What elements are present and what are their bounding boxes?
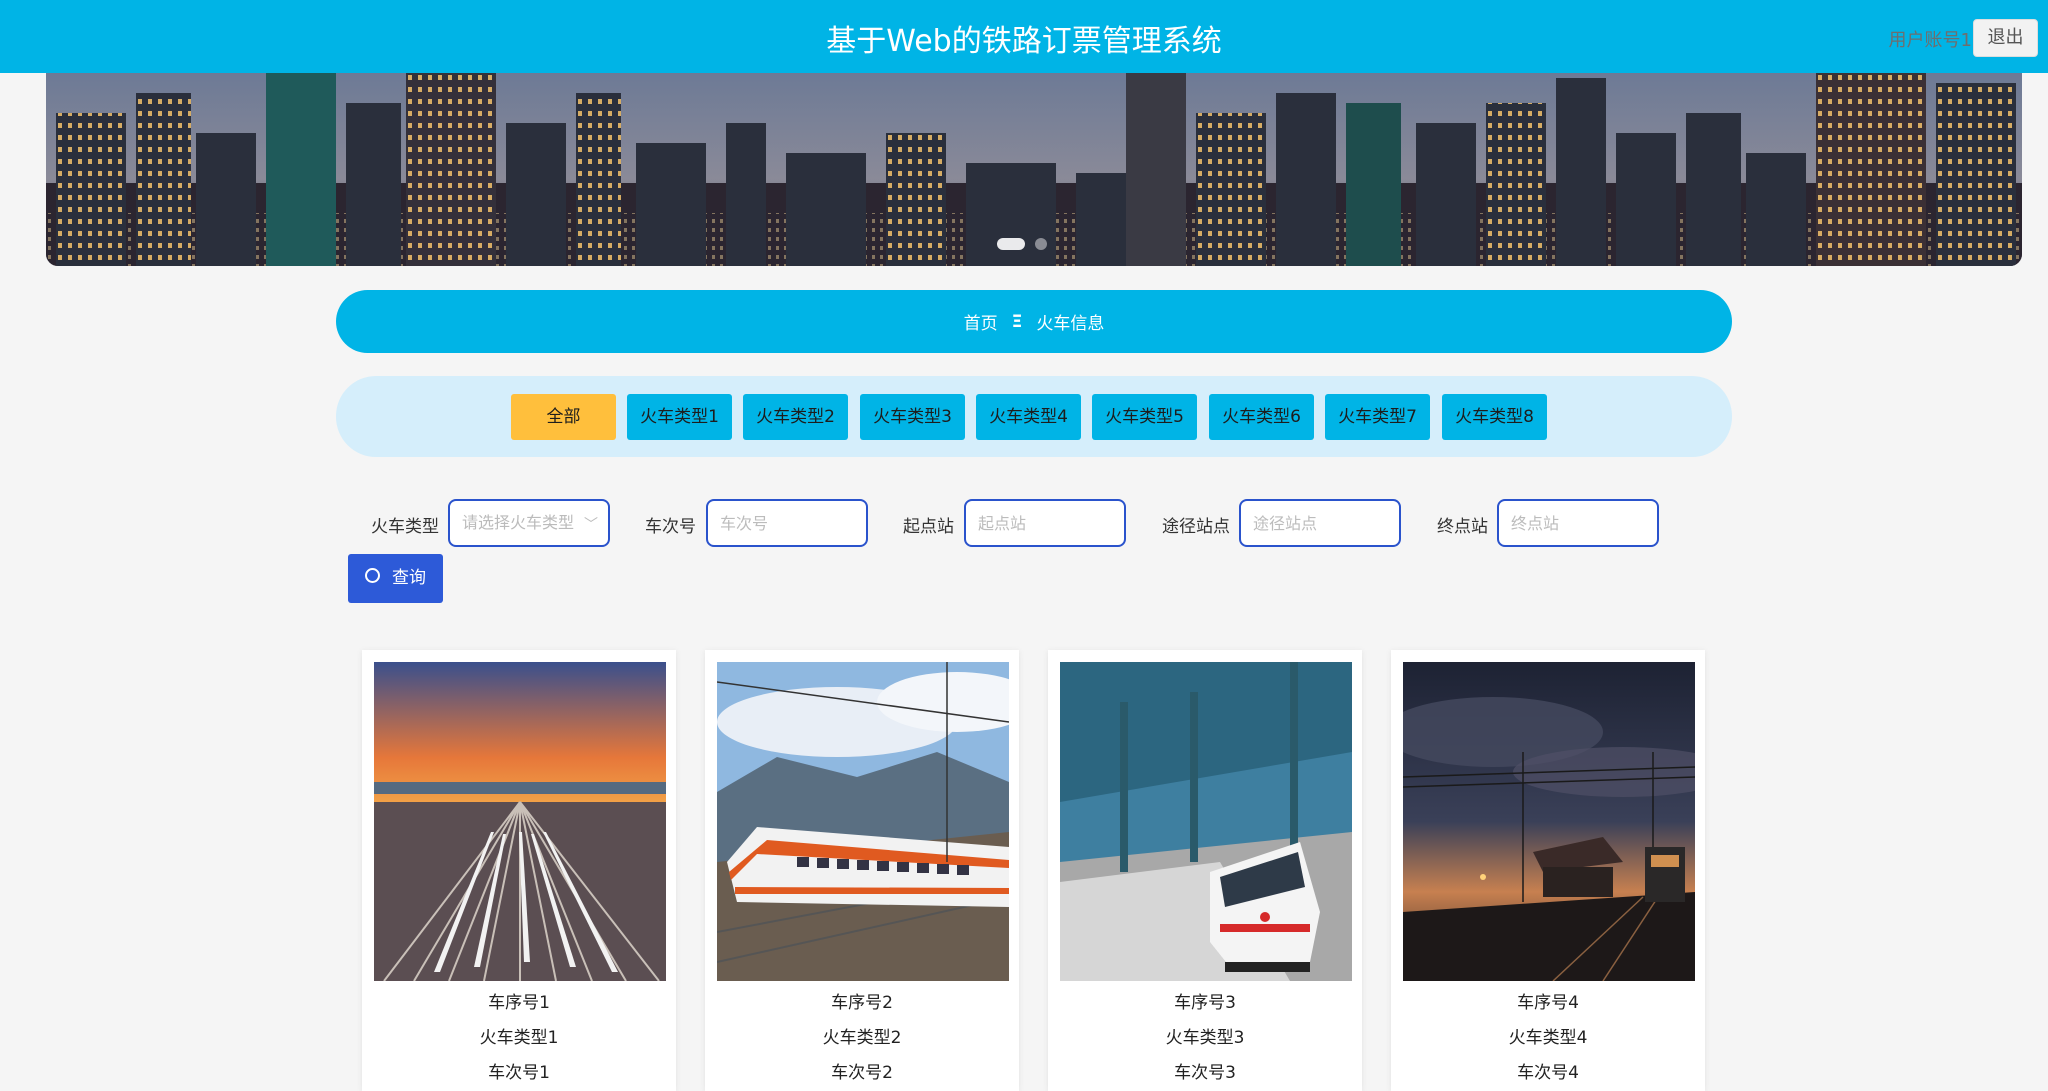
train-no-input[interactable] xyxy=(706,499,868,547)
category-type-4[interactable]: 火车类型4 xyxy=(976,394,1081,440)
carousel-dot-2[interactable] xyxy=(1035,238,1047,250)
logout-button[interactable]: 退出 xyxy=(1973,19,2038,57)
category-type-6[interactable]: 火车类型6 xyxy=(1209,394,1314,440)
card-seq: 车序号4 xyxy=(1517,993,1579,1013)
chevron-down-icon: ﹀ xyxy=(584,517,598,533)
banner-carousel[interactable] xyxy=(46,73,2022,266)
train-type-placeholder: 请选择火车类型 xyxy=(462,513,575,532)
category-all[interactable]: 全部 xyxy=(511,394,616,440)
anime-station-dusk-image xyxy=(1403,662,1695,981)
train-type-label: 火车类型 xyxy=(371,517,439,537)
card-type: 火车类型4 xyxy=(1508,1028,1588,1048)
card-type: 火车类型2 xyxy=(822,1028,902,1048)
category-type-7[interactable]: 火车类型7 xyxy=(1325,394,1430,440)
category-type-1[interactable]: 火车类型1 xyxy=(627,394,732,440)
card-seq: 车序号3 xyxy=(1174,993,1236,1013)
site-title: 基于Web的铁路订票管理系统 xyxy=(826,24,1222,59)
card-type: 火车类型3 xyxy=(1165,1028,1245,1048)
train-card[interactable]: 车序号4 火车类型4 车次号4 xyxy=(1391,650,1705,1091)
category-type-5[interactable]: 火车类型5 xyxy=(1092,394,1197,440)
via-station-label: 途径站点 xyxy=(1162,517,1230,537)
breadcrumb: 首页 Ξ 火车信息 xyxy=(336,290,1732,353)
train-image[interactable] xyxy=(374,662,666,981)
category-bar: 全部 火车类型1 火车类型2 火车类型3 火车类型4 火车类型5 火车类型6 火… xyxy=(336,376,1732,457)
train-image[interactable] xyxy=(717,662,1009,981)
railway-yard-sunset-image xyxy=(374,662,666,981)
card-train-no: 车次号2 xyxy=(831,1063,893,1083)
category-type-8[interactable]: 火车类型8 xyxy=(1442,394,1547,440)
card-seq: 车序号2 xyxy=(831,993,893,1013)
train-image[interactable] xyxy=(1403,662,1695,981)
card-train-no: 车次号4 xyxy=(1517,1063,1579,1083)
train-card[interactable]: 车序号2 火车类型2 车次号2 xyxy=(705,650,1019,1091)
start-station-label: 起点站 xyxy=(903,517,954,537)
high-speed-train-image xyxy=(717,662,1009,981)
user-account[interactable]: 用户账号1 xyxy=(1889,26,1972,52)
breadcrumb-current: 火车信息 xyxy=(1036,314,1105,334)
station-train-image xyxy=(1060,662,1352,981)
card-train-no: 车次号3 xyxy=(1174,1063,1236,1083)
train-card[interactable]: 车序号3 火车类型3 车次号3 xyxy=(1048,650,1362,1091)
start-station-input[interactable] xyxy=(964,499,1126,547)
query-label: 查询 xyxy=(392,568,426,588)
breadcrumb-home[interactable]: 首页 xyxy=(964,309,998,334)
card-seq: 车序号1 xyxy=(488,993,550,1013)
train-card[interactable]: 车序号1 火车类型1 车次号1 xyxy=(362,650,676,1091)
card-type: 火车类型1 xyxy=(479,1028,559,1048)
via-station-input[interactable] xyxy=(1239,499,1401,547)
top-header: 基于Web的铁路订票管理系统 用户账号1 退出 xyxy=(0,0,2048,73)
carousel-dot-1[interactable] xyxy=(997,238,1025,250)
search-icon xyxy=(365,568,380,583)
category-type-3[interactable]: 火车类型3 xyxy=(860,394,965,440)
category-type-2[interactable]: 火车类型2 xyxy=(743,394,848,440)
card-train-no: 车次号1 xyxy=(488,1063,550,1083)
city-night-banner-image xyxy=(46,73,2022,266)
train-image[interactable] xyxy=(1060,662,1352,981)
query-button[interactable]: 查询 xyxy=(348,554,443,603)
train-no-label: 车次号 xyxy=(645,517,696,537)
end-station-label: 终点站 xyxy=(1437,517,1488,537)
breadcrumb-separator: Ξ xyxy=(1011,311,1023,332)
train-type-select[interactable]: 请选择火车类型 ﹀ xyxy=(448,499,610,547)
end-station-input[interactable] xyxy=(1497,499,1659,547)
